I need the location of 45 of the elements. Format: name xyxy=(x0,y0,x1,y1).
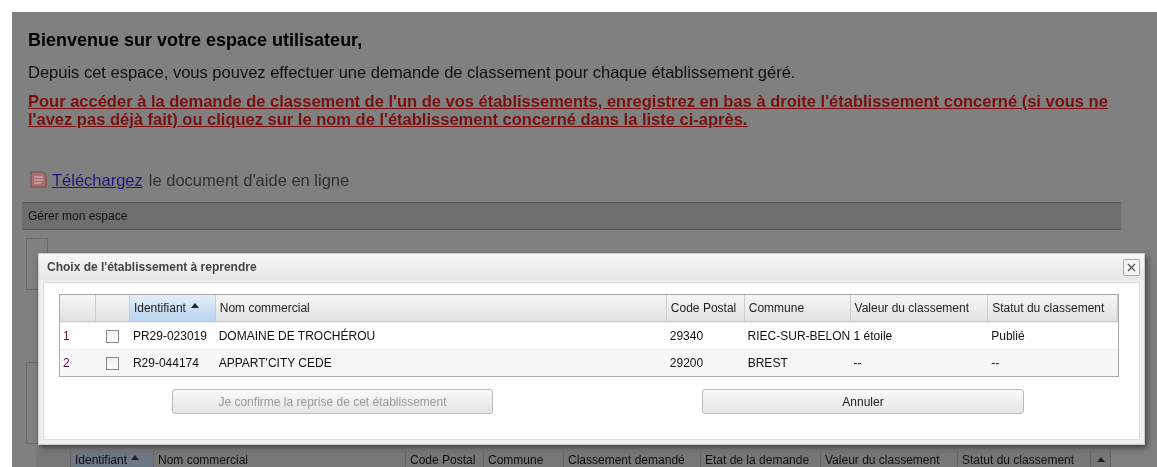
help-text: le document d'aide en ligne xyxy=(148,170,350,190)
column-header[interactable]: Statut du classement xyxy=(988,295,1118,321)
table-cell-text: 1 étoile xyxy=(852,328,894,345)
column-header[interactable]: Statut du classement xyxy=(958,451,1091,467)
table-cell-text: DOMAINE DE TROCHÉROU xyxy=(217,327,377,345)
document-icon xyxy=(28,170,50,190)
column-header[interactable]: Commune xyxy=(484,451,564,467)
close-icon xyxy=(1127,262,1136,272)
notice-link[interactable]: Pour accéder à la demande de classement de l'un de vos établissements, enregistrez en bas à droite l'établissement concerné (si vous ne l'avez pas déjà fait) ou cliquez sur le nom de l'établissement concerné dans la liste ci-après. xyxy=(28,92,1123,128)
column-header[interactable]: Commune xyxy=(744,295,851,321)
intro-text: Depuis cet espace, vous pouvez effectuer une demande de classement pour chaque établissement géré. xyxy=(28,63,797,82)
table-cell-text: BREST xyxy=(746,355,789,372)
close-button[interactable] xyxy=(1123,258,1140,276)
section-bar: Gérer mon espace xyxy=(22,202,1121,230)
table-cell-text: APPART'CITY CEDE xyxy=(217,355,333,372)
table-cell-text: R29-044174 xyxy=(131,355,200,372)
column-header[interactable]: Identifiant xyxy=(129,295,216,321)
download-link[interactable]: Téléchargez xyxy=(52,170,143,190)
column-header[interactable]: Nom commercial xyxy=(215,295,667,321)
table-cell-text: -- xyxy=(852,355,863,372)
row-checkbox[interactable] xyxy=(106,329,120,343)
column-header[interactable]: Code Postal xyxy=(666,295,745,321)
dialog-title: Choix de l'établissement à reprendre xyxy=(47,260,257,274)
column-header[interactable]: Valeur du classement xyxy=(850,295,989,321)
scroll-button[interactable] xyxy=(1091,451,1111,467)
table-cell-text: Publié xyxy=(990,328,1026,345)
page-title: Bienvenue sur votre espace utilisateur, xyxy=(28,30,364,51)
table-cell-text: PR29-023019 xyxy=(131,328,208,345)
table-cell-text: -- xyxy=(990,355,1001,372)
column-header[interactable]: Valeur du classement xyxy=(821,451,958,467)
sort-arrow-icon xyxy=(190,302,199,308)
column-header[interactable]: Classement demandé xyxy=(564,451,701,467)
column-header[interactable]: Nom commercial xyxy=(154,451,406,467)
up-arrow-icon xyxy=(1096,456,1105,462)
row-number: 2 xyxy=(62,355,71,372)
column-header[interactable]: Identifiant xyxy=(71,451,154,467)
table-cell-text: 29200 xyxy=(668,355,705,372)
table-cell-text: 29340 xyxy=(668,328,705,345)
cancel-button[interactable]: Annuler xyxy=(702,389,1024,414)
row-number: 1 xyxy=(62,328,71,345)
table-cell-text: RIEC-SUR-BELON xyxy=(746,328,851,345)
row-checkbox[interactable] xyxy=(106,356,120,370)
column-header[interactable]: Code Postal xyxy=(406,451,484,467)
sort-arrow-icon xyxy=(131,455,140,460)
column-header[interactable]: Etat de la demande xyxy=(701,451,821,467)
